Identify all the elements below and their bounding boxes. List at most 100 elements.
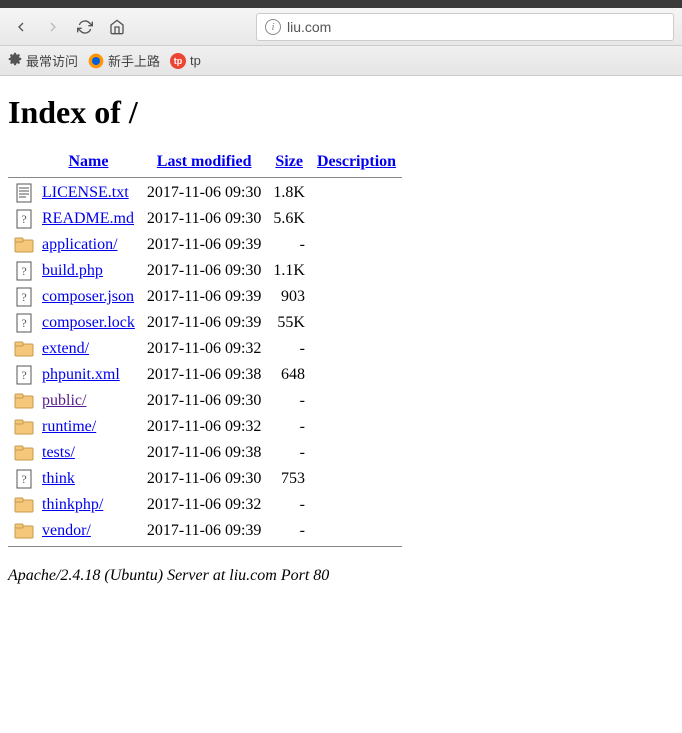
file-row: runtime/2017-11-06 09:32- [8,414,402,440]
unknown-icon: ? [8,206,36,232]
folder-icon [8,518,36,544]
bookmarks-bar: 最常访问 新手上路 tp tp [0,46,682,76]
file-link[interactable]: extend/ [42,340,89,357]
file-link[interactable]: think [42,470,75,487]
file-modified: 2017-11-06 09:39 [141,232,268,258]
file-description [311,336,402,362]
folder-icon [8,388,36,414]
file-size: 753 [267,466,311,492]
page-content: Index of / Name Last modified Size Descr… [0,76,682,557]
gear-icon [8,52,22,69]
file-description [311,258,402,284]
file-description [311,232,402,258]
file-link[interactable]: LICENSE.txt [42,184,129,201]
file-description [311,518,402,544]
info-icon[interactable]: i [265,19,281,35]
home-button[interactable] [104,14,130,40]
sort-description[interactable]: Description [317,153,396,170]
file-modified: 2017-11-06 09:32 [141,414,268,440]
file-modified: 2017-11-06 09:39 [141,284,268,310]
sort-modified[interactable]: Last modified [157,153,252,170]
file-modified: 2017-11-06 09:30 [141,180,268,206]
file-row: tests/2017-11-06 09:38- [8,440,402,466]
file-modified: 2017-11-06 09:30 [141,258,268,284]
file-link[interactable]: vendor/ [42,522,91,539]
file-modified: 2017-11-06 09:30 [141,388,268,414]
file-description [311,284,402,310]
file-modified: 2017-11-06 09:32 [141,492,268,518]
directory-listing: Name Last modified Size Description LICE… [8,149,402,549]
file-link[interactable]: build.php [42,262,103,279]
file-description [311,388,402,414]
url-bar[interactable]: i liu.com [256,13,674,41]
unknown-icon: ? [8,284,36,310]
file-row: ?build.php2017-11-06 09:301.1K [8,258,402,284]
file-link[interactable]: runtime/ [42,418,96,435]
file-link[interactable]: README.md [42,210,134,227]
file-row: vendor/2017-11-06 09:39- [8,518,402,544]
bookmark-label: 最常访问 [26,51,78,70]
file-modified: 2017-11-06 09:38 [141,440,268,466]
file-link[interactable]: phpunit.xml [42,366,120,383]
file-modified: 2017-11-06 09:38 [141,362,268,388]
file-link[interactable]: public/ [42,392,86,409]
svg-text:?: ? [21,212,26,226]
file-row: thinkphp/2017-11-06 09:32- [8,492,402,518]
file-size: - [267,336,311,362]
file-row: ? composer.lock 2017-11-06 09:3955K [8,310,402,336]
svg-text:?: ? [21,290,26,304]
unknown-icon: ? [8,466,36,492]
tp-icon: tp [170,53,186,69]
file-link[interactable]: composer.lock [42,314,135,331]
file-link[interactable]: thinkphp/ [42,496,103,513]
bookmark-getting-started[interactable]: 新手上路 [88,51,160,70]
file-description [311,414,402,440]
file-modified: 2017-11-06 09:39 [141,310,268,336]
svg-text:?: ? [21,264,26,278]
forward-button[interactable] [40,14,66,40]
file-modified: 2017-11-06 09:39 [141,518,268,544]
text-icon [8,180,36,206]
file-row: application/2017-11-06 09:39- [8,232,402,258]
file-link[interactable]: tests/ [42,444,75,461]
file-size: 648 [267,362,311,388]
file-size: 1.8K [267,180,311,206]
file-description [311,180,402,206]
url-text: liu.com [287,19,331,35]
svg-text:?: ? [21,368,26,382]
file-modified: 2017-11-06 09:30 [141,466,268,492]
file-link[interactable]: composer.json [42,288,134,305]
unknown-icon: ? [8,258,36,284]
file-row: extend/2017-11-06 09:32- [8,336,402,362]
file-size: - [267,440,311,466]
file-row: public/2017-11-06 09:30- [8,388,402,414]
bookmark-tp[interactable]: tp tp [170,53,201,69]
file-size: 55K [267,310,311,336]
file-row: ?composer.json2017-11-06 09:39903 [8,284,402,310]
file-size: - [267,518,311,544]
file-description [311,310,402,336]
file-size: - [267,232,311,258]
file-row: ? think 2017-11-06 09:30753 [8,466,402,492]
back-button[interactable] [8,14,34,40]
bookmark-label: 新手上路 [108,51,160,70]
browser-toolbar: i liu.com [0,8,682,46]
file-link[interactable]: application/ [42,236,118,253]
svg-text:?: ? [21,472,26,486]
folder-icon [8,232,36,258]
sort-size[interactable]: Size [275,153,303,170]
bookmark-frequent[interactable]: 最常访问 [8,51,78,70]
file-description [311,466,402,492]
folder-icon [8,440,36,466]
sort-name[interactable]: Name [68,153,108,170]
file-description [311,440,402,466]
file-row: ? phpunit.xml 2017-11-06 09:38648 [8,362,402,388]
reload-button[interactable] [72,14,98,40]
file-size: - [267,414,311,440]
server-footer: Apache/2.4.18 (Ubuntu) Server at liu.com… [0,567,682,585]
file-row: ?README.md2017-11-06 09:305.6K [8,206,402,232]
svg-text:?: ? [21,316,26,330]
file-description [311,206,402,232]
file-description [311,362,402,388]
file-size: - [267,492,311,518]
